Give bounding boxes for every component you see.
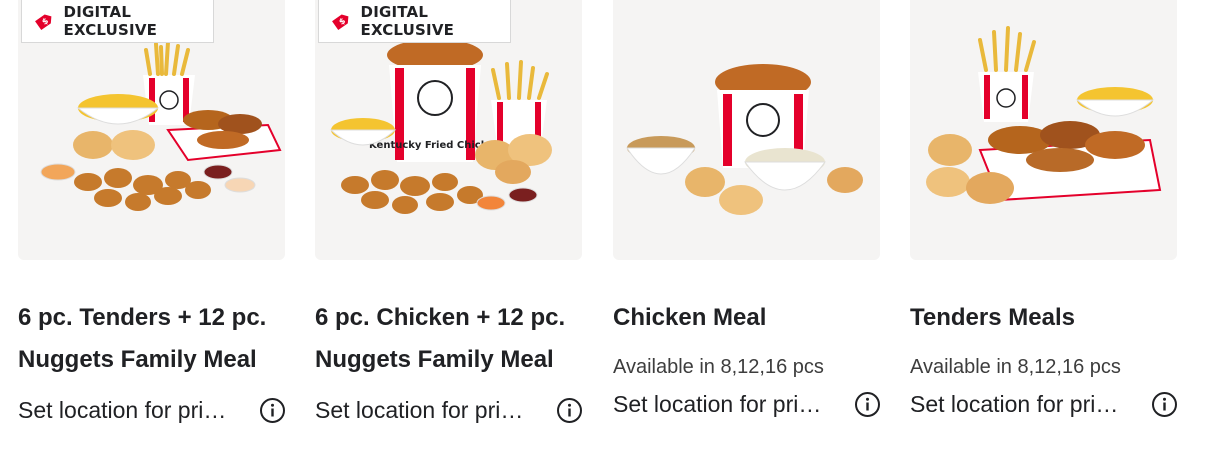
availability-text: Available in 8,12,16 pcs bbox=[910, 356, 1121, 378]
price-tag-icon: $ bbox=[35, 14, 52, 30]
product-title[interactable]: Tenders Meals bbox=[910, 297, 1185, 339]
info-icon[interactable] bbox=[854, 391, 881, 418]
price-row: Set location for pri… bbox=[18, 397, 286, 424]
product-title[interactable]: 6 pc. Tenders + 12 pc. Nuggets Family Me… bbox=[18, 297, 293, 381]
badge-label: DIGITAL EXCLUSIVE bbox=[63, 2, 158, 39]
digital-exclusive-badge: $ DIGITAL EXCLUSIVE bbox=[318, 0, 511, 43]
tenders-meal-illustration bbox=[926, 26, 1162, 204]
badge-label: DIGITAL EXCLUSIVE bbox=[360, 2, 455, 39]
product-title-line1: 6 pc. Tenders + 12 pc. bbox=[18, 304, 267, 331]
product-image[interactable] bbox=[910, 0, 1177, 260]
product-title-line1: 6 pc. Chicken + 12 pc. bbox=[315, 304, 566, 331]
price-row: Set location for pri… bbox=[613, 391, 881, 418]
availability-text: Available in 8,12,16 pcs bbox=[613, 356, 824, 378]
price-row: Set location for pri… bbox=[315, 397, 583, 424]
product-title[interactable]: 6 pc. Chicken + 12 pc. Nuggets Family Me… bbox=[315, 297, 590, 381]
set-location-price-link[interactable]: Set location for pri… bbox=[613, 391, 821, 418]
product-title-line2: Nuggets Family Meal bbox=[315, 346, 554, 373]
info-icon[interactable] bbox=[1151, 391, 1178, 418]
digital-exclusive-badge: $ DIGITAL EXCLUSIVE bbox=[21, 0, 214, 43]
product-title-line2: Nuggets Family Meal bbox=[18, 346, 257, 373]
set-location-price-link[interactable]: Set location for pri… bbox=[315, 397, 523, 424]
info-icon[interactable] bbox=[259, 397, 286, 424]
set-location-price-link[interactable]: Set location for pri… bbox=[910, 391, 1118, 418]
product-title[interactable]: Chicken Meal bbox=[613, 297, 888, 339]
info-icon[interactable] bbox=[556, 397, 583, 424]
product-image[interactable] bbox=[613, 0, 880, 260]
price-tag-icon: $ bbox=[332, 14, 349, 30]
chicken-meal-illustration bbox=[626, 64, 863, 215]
set-location-price-link[interactable]: Set location for pri… bbox=[18, 397, 226, 424]
price-row: Set location for pri… bbox=[910, 391, 1178, 418]
